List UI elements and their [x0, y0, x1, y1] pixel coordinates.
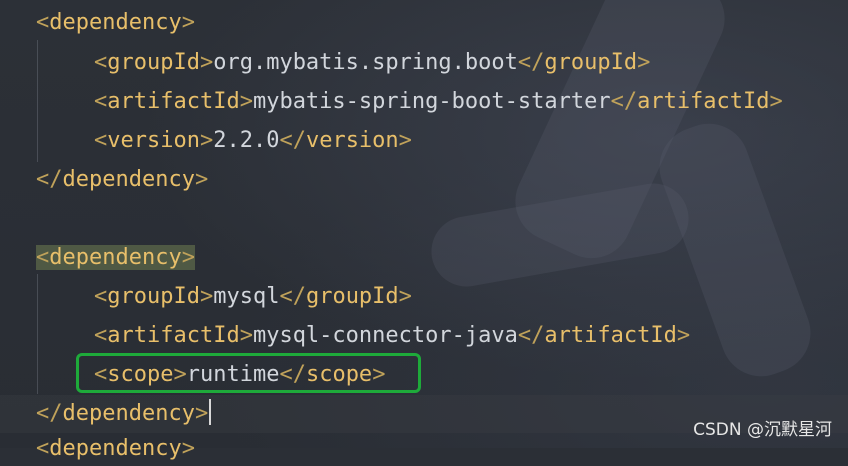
tag-bracket: >: [398, 128, 412, 153]
tag-bracket: >: [181, 10, 195, 35]
tag-name: version: [305, 128, 399, 153]
tag-bracket: >: [194, 167, 209, 192]
code-line: <artifactId>mybatis-spring-boot-starter<…: [0, 85, 783, 119]
tag-value: 2.2.0: [213, 128, 280, 153]
code-line: <groupId>mysql</groupId>: [0, 280, 412, 314]
tag-bracket: >: [769, 89, 783, 114]
tag-name: dependency: [62, 167, 195, 192]
tag-bracket: >: [637, 50, 651, 75]
tag-bracket: </: [517, 323, 545, 348]
tag-bracket: <: [36, 436, 50, 461]
tag-bracket: >: [239, 323, 253, 348]
code-line: </dependency>: [0, 163, 208, 197]
tag-name: groupId: [107, 284, 200, 309]
tag-bracket: <: [36, 245, 50, 270]
tag-name: version: [107, 128, 200, 153]
tag-bracket: </: [517, 50, 545, 75]
tag-name: artifactId: [637, 89, 770, 114]
tag-bracket: </: [610, 89, 638, 114]
tag-value: mysql: [213, 284, 280, 309]
tag-bracket: >: [181, 245, 195, 270]
tag-bracket: <: [94, 323, 108, 348]
tag-bracket: </: [279, 128, 306, 153]
tag-bracket: </: [36, 167, 63, 192]
code-line: <groupId>org.mybatis.spring.boot</groupI…: [0, 46, 650, 80]
tag-name: dependency: [62, 401, 195, 426]
code-line: <dependency>: [0, 241, 195, 275]
tag-bracket: <: [94, 128, 108, 153]
tag-bracket: >: [239, 89, 253, 114]
code-line: <version>2.2.0</version>: [0, 124, 412, 158]
tag-name: artifactId: [107, 89, 240, 114]
tag-bracket: >: [199, 284, 214, 309]
tag-name: groupId: [305, 284, 399, 309]
tag-bracket: <: [94, 50, 108, 75]
tag-name: dependency: [49, 10, 182, 35]
tag-bracket: >: [194, 401, 209, 426]
tag-bracket: >: [181, 436, 195, 461]
tag-bracket: >: [199, 50, 214, 75]
tag-name: artifactId: [544, 323, 677, 348]
tag-name: groupId: [544, 50, 638, 75]
code-line: <dependency>: [0, 432, 195, 466]
text-caret: [209, 399, 212, 425]
tag-bracket: </: [36, 401, 63, 426]
tag-name: artifactId: [107, 323, 240, 348]
code-line: <artifactId>mysql-connector-java</artifa…: [0, 319, 690, 353]
code-line: <dependency>: [0, 6, 195, 40]
tag-value: org.mybatis.spring.boot: [213, 50, 518, 75]
tag-bracket: >: [676, 323, 691, 348]
tag-name: dependency: [49, 436, 182, 461]
tag-name: dependency: [49, 245, 182, 270]
tag-bracket: </: [279, 284, 306, 309]
tag-bracket: <: [94, 284, 108, 309]
tag-bracket: <: [36, 10, 50, 35]
tag-name: groupId: [107, 50, 200, 75]
tag-bracket: >: [199, 128, 214, 153]
watermark: CSDN @沉默星河: [693, 420, 832, 440]
tag-value: mybatis-spring-boot-starter: [252, 89, 611, 114]
code-line: </dependency>: [0, 397, 212, 431]
tag-bracket: >: [398, 284, 412, 309]
annotation-highlight-box: [76, 353, 421, 393]
matched-tag-highlight: <dependency>: [36, 245, 195, 270]
tag-value: mysql-connector-java: [252, 323, 518, 348]
tag-bracket: <: [94, 89, 108, 114]
